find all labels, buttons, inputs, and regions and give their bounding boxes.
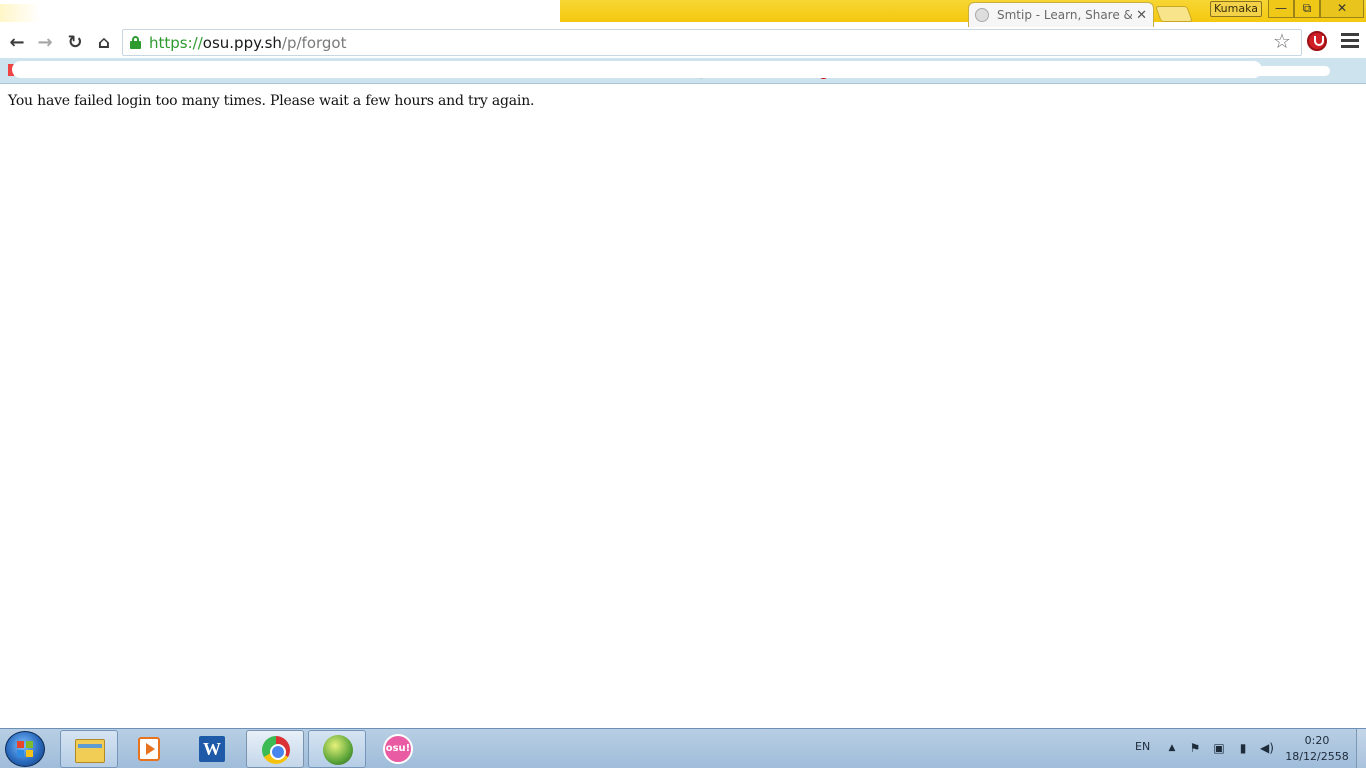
secure-lock-icon[interactable] xyxy=(130,36,141,49)
language-indicator[interactable]: EN xyxy=(1135,740,1150,753)
page-content: You have failed login too many times. Pl… xyxy=(0,85,1366,728)
taskbar-word[interactable]: W xyxy=(182,730,240,768)
address-bar[interactable]: https://osu.ppy.sh/p/forgot xyxy=(122,29,1302,56)
taskbar-media-player[interactable] xyxy=(120,730,178,768)
url-host: osu.ppy.sh xyxy=(202,34,282,52)
adblock-extension-icon[interactable] xyxy=(1307,31,1327,51)
taskbar-file-explorer[interactable] xyxy=(60,730,118,768)
windows-taskbar: W osu! EN ▲ ⚑ ▣ ▮ ◀) 0:20 18/12/2558 xyxy=(0,728,1366,768)
minimize-button[interactable]: — xyxy=(1268,0,1294,18)
system-clock[interactable]: 0:20 18/12/2558 xyxy=(1282,733,1352,765)
browser-toolbar: ← → ↻ ⌂ https://osu.ppy.sh/p/forgot ☆ xyxy=(0,27,1366,58)
home-icon[interactable]: ⌂ xyxy=(92,31,116,55)
volume-icon[interactable]: ◀) xyxy=(1260,741,1274,755)
browser-titlebar: Smtip - Learn, Share & Fu ✕ Kumaka — ⧉ ✕ xyxy=(0,0,1366,27)
taskbar-osu[interactable]: osu! xyxy=(370,730,428,768)
browser-tab[interactable]: Smtip - Learn, Share & Fu ✕ xyxy=(968,2,1154,27)
forward-arrow-icon[interactable]: → xyxy=(33,31,57,55)
maximize-button[interactable]: ⧉ xyxy=(1294,0,1320,18)
redaction-mark xyxy=(1250,66,1330,76)
taskbar-game[interactable] xyxy=(308,730,366,768)
profile-button[interactable]: Kumaka xyxy=(1210,1,1262,17)
login-failure-message: You have failed login too many times. Pl… xyxy=(8,93,535,109)
word-icon: W xyxy=(199,736,225,762)
osu-icon: osu! xyxy=(383,734,413,764)
bookmarks-bar xyxy=(0,58,1366,84)
new-tab-button[interactable] xyxy=(1155,6,1193,22)
tab-title: Smtip - Learn, Share & Fu xyxy=(997,8,1133,22)
media-player-icon xyxy=(138,737,160,761)
address-url[interactable]: https://osu.ppy.sh/p/forgot xyxy=(149,34,347,52)
taskbar-chrome[interactable] xyxy=(246,730,304,768)
game-icon xyxy=(323,735,353,765)
folder-icon xyxy=(75,739,105,763)
show-desktop-button[interactable] xyxy=(1356,729,1366,768)
redaction-mark xyxy=(12,61,1262,78)
tab-close-icon[interactable]: ✕ xyxy=(1136,8,1147,23)
tab-favicon-icon xyxy=(975,8,989,22)
show-hidden-icons-icon[interactable]: ▲ xyxy=(1165,741,1179,755)
start-button[interactable] xyxy=(5,731,45,767)
back-arrow-icon[interactable]: ← xyxy=(5,31,29,55)
reload-icon[interactable]: ↻ xyxy=(63,31,87,55)
power-icon[interactable]: ▣ xyxy=(1212,741,1226,755)
close-window-button[interactable]: ✕ xyxy=(1320,0,1364,18)
url-path: /p/forgot xyxy=(281,34,347,52)
chrome-icon xyxy=(262,736,290,764)
browser-menu-icon[interactable] xyxy=(1341,33,1359,49)
tab-strip-ghost xyxy=(0,4,40,22)
clock-date: 18/12/2558 xyxy=(1285,750,1349,763)
url-scheme: https:// xyxy=(149,34,203,52)
clock-time: 0:20 xyxy=(1304,734,1330,747)
action-center-flag-icon[interactable]: ⚑ xyxy=(1188,741,1202,755)
network-signal-icon[interactable]: ▮ xyxy=(1236,741,1250,755)
bookmark-star-icon[interactable]: ☆ xyxy=(1273,29,1291,53)
